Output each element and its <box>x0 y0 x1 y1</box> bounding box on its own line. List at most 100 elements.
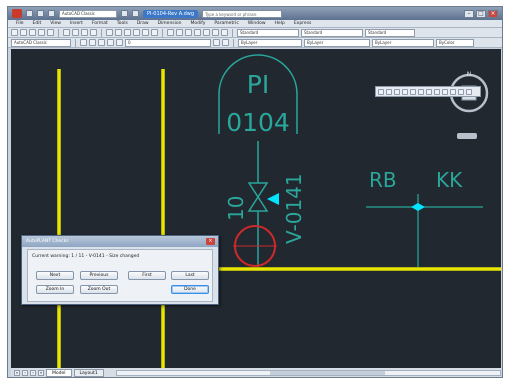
annotation-arrow-right <box>418 203 425 211</box>
markup-icon[interactable] <box>203 29 210 36</box>
previous-button[interactable]: Previous <box>80 271 118 280</box>
menu-dimension[interactable]: Dimension <box>158 21 182 26</box>
snap-icon[interactable] <box>378 88 384 95</box>
dialog-title-bar[interactable]: AutoPLANT Checks × <box>22 236 218 247</box>
wcs-menu[interactable] <box>457 133 477 139</box>
new-icon[interactable] <box>11 29 18 36</box>
dim-style-combo[interactable]: Standard <box>301 28 363 37</box>
checks-dialog: AutoPLANT Checks × Current warning: 1 / … <box>21 235 219 305</box>
layer-previous-icon[interactable] <box>222 39 229 46</box>
tab-layout1[interactable]: Layout1 <box>73 369 104 377</box>
previous-tab-icon[interactable]: ‹ <box>22 370 28 376</box>
open-icon[interactable] <box>37 10 44 17</box>
maximize-button[interactable]: □ <box>476 9 486 18</box>
ortho-icon[interactable] <box>394 88 400 95</box>
save-icon[interactable] <box>29 29 36 36</box>
last-button[interactable]: Last <box>171 271 209 280</box>
polar-icon[interactable] <box>402 88 408 95</box>
design-center-icon[interactable] <box>176 29 183 36</box>
otrack-icon[interactable] <box>418 88 424 95</box>
window-title: PI-0104-Rev A.dwg <box>143 9 199 18</box>
open-icon[interactable] <box>20 29 27 36</box>
qp-icon[interactable] <box>450 88 456 95</box>
properties-icon[interactable] <box>167 29 174 36</box>
menu-draw[interactable]: Draw <box>137 21 149 26</box>
zoom-window-icon[interactable] <box>142 29 149 36</box>
next-tab-icon[interactable]: › <box>30 370 36 376</box>
title-bar: AutoCAD Classic PI-0104-Rev A.dwg Type a… <box>8 7 502 20</box>
sc-icon[interactable] <box>458 88 464 95</box>
color-square-icon[interactable] <box>116 39 123 46</box>
horizontal-scrollbar[interactable] <box>115 370 501 376</box>
lineweight-combo[interactable]: ByLayer <box>372 38 434 47</box>
menu-window[interactable]: Window <box>248 21 266 26</box>
text-style-combo[interactable]: Standard <box>237 28 299 37</box>
lwt-icon[interactable] <box>442 88 448 95</box>
plot-icon[interactable] <box>38 29 45 36</box>
grid-icon[interactable] <box>386 88 392 95</box>
workspace-switcher[interactable]: AutoCAD Classic <box>59 9 117 18</box>
menu-parametric[interactable]: Parametric <box>214 21 238 26</box>
menu-format[interactable]: Format <box>92 21 108 26</box>
layer-properties-icon[interactable] <box>80 39 87 46</box>
dyn-icon[interactable] <box>434 88 440 95</box>
menu-modify[interactable]: Modify <box>191 21 206 26</box>
tool-palettes-icon[interactable] <box>185 29 192 36</box>
close-button[interactable]: × <box>488 9 498 18</box>
zoom-previous-icon[interactable] <box>151 29 158 36</box>
done-button[interactable]: Done <box>171 285 209 294</box>
new-icon[interactable] <box>26 10 33 17</box>
scrollbar-thumb[interactable] <box>270 371 385 375</box>
layer-combo[interactable]: 0 <box>125 38 211 47</box>
menu-tools[interactable]: Tools <box>117 21 128 26</box>
dialog-title: AutoPLANT Checks <box>26 239 69 244</box>
menu-insert[interactable]: Insert <box>70 21 83 26</box>
minimize-button[interactable]: – <box>464 9 474 18</box>
linetype-combo[interactable]: ByLayer <box>304 38 370 47</box>
menu-express[interactable]: Express <box>294 21 312 26</box>
lock-icon[interactable] <box>107 39 114 46</box>
search-input[interactable]: Type a keyword or phrase <box>202 9 283 18</box>
color-combo[interactable]: ByLayer <box>238 38 302 47</box>
menu-help[interactable]: Help <box>275 21 285 26</box>
valve-upper-triangle[interactable] <box>247 182 269 199</box>
next-button[interactable]: Next <box>36 271 74 280</box>
tab-model[interactable]: Model <box>46 369 72 377</box>
cut-icon[interactable] <box>63 29 70 36</box>
zoom-out-button[interactable]: Zoom Out <box>80 285 118 294</box>
last-tab-icon[interactable]: » <box>38 370 44 376</box>
undo-icon[interactable] <box>106 29 113 36</box>
help-icon[interactable] <box>221 29 228 36</box>
compass-north: N <box>467 71 472 78</box>
zoom-in-button[interactable]: Zoom In <box>36 285 74 294</box>
lightbulb-icon[interactable] <box>89 39 96 46</box>
application-menu-button[interactable] <box>12 9 22 18</box>
ducs-icon[interactable] <box>426 88 432 95</box>
pan-icon[interactable] <box>124 29 131 36</box>
redo-icon[interactable] <box>115 29 122 36</box>
valve-lower-triangle[interactable] <box>247 195 269 212</box>
sun-icon[interactable] <box>98 39 105 46</box>
menu-file[interactable]: File <box>16 21 24 26</box>
redo-icon[interactable] <box>132 10 139 17</box>
osnap-icon[interactable] <box>410 88 416 95</box>
make-current-icon[interactable] <box>213 39 220 46</box>
first-button[interactable]: First <box>128 271 166 280</box>
menu-view[interactable]: View <box>50 21 61 26</box>
match-properties-icon[interactable] <box>90 29 97 36</box>
zoom-realtime-icon[interactable] <box>133 29 140 36</box>
calculator-icon[interactable] <box>212 29 219 36</box>
first-tab-icon[interactable]: « <box>14 370 20 376</box>
undo-icon[interactable] <box>121 10 128 17</box>
dialog-close-button[interactable]: × <box>206 238 215 245</box>
table-style-combo[interactable]: Standard <box>365 28 415 37</box>
paste-icon[interactable] <box>81 29 88 36</box>
plot-style-combo[interactable]: ByColor <box>436 38 474 47</box>
am-icon[interactable] <box>466 88 472 95</box>
workspace-combo[interactable]: AutoCAD Classic <box>11 38 71 47</box>
menu-edit[interactable]: Edit <box>33 21 42 26</box>
copy-icon[interactable] <box>72 29 79 36</box>
save-icon[interactable] <box>48 10 55 17</box>
sheet-set-icon[interactable] <box>194 29 201 36</box>
preview-icon[interactable] <box>47 29 54 36</box>
